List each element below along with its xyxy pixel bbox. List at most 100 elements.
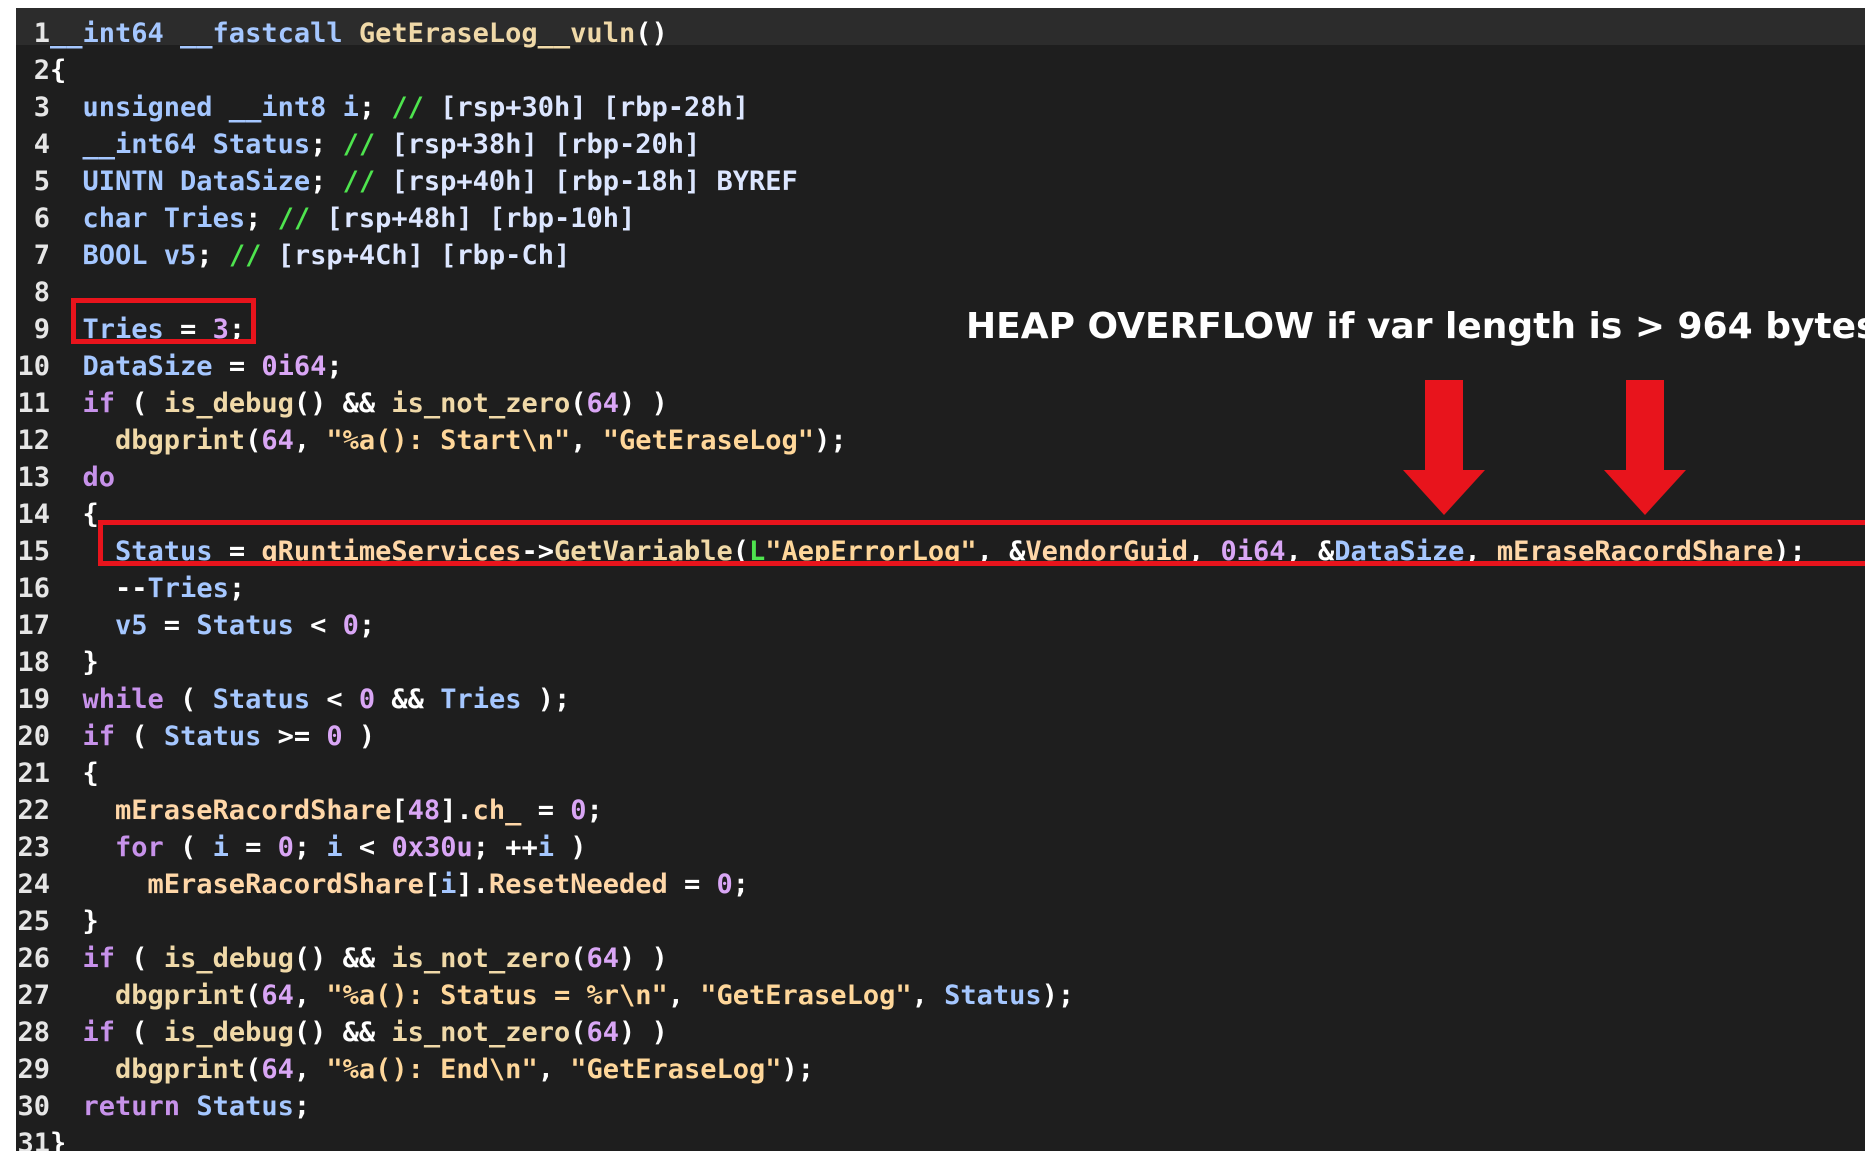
code-token: UINTN [50,166,181,197]
code-text: __int64 Status; // [rsp+38h] [rbp-20h] [50,129,701,160]
code-token: 0x30u [391,832,473,863]
down-arrow-icon [1604,380,1686,515]
code-token: "GetEraseLog" [700,980,912,1011]
code-line: 17 v5 = Status < 0; [16,607,1806,644]
code-token: 0 [570,795,587,826]
code-line: 26 if ( is_debug() && is_not_zero(64) ) [16,940,1806,977]
code-token: } [50,906,99,937]
line-number: 6 [33,203,50,234]
code-token: ); [1773,536,1806,567]
code-token: ; [245,203,278,234]
code-line: 18 } [16,644,1806,681]
code-token: ; [732,869,750,900]
code-text: if ( is_debug() && is_not_zero(64) ) [50,388,668,419]
code-line: 4 __int64 Status; // [rsp+38h] [rbp-20h] [16,126,1806,163]
code-token: Status [212,129,311,160]
down-arrow-icon [1403,380,1485,515]
code-token: dbgprint [50,425,246,456]
code-token: , [1464,536,1497,567]
code-text: mEraseRacordShare[i].ResetNeeded = 0; [50,869,750,900]
code-text: } [50,647,99,678]
code-token: ) ) [619,1017,668,1048]
code-token: [ [423,869,441,900]
code-line: 19 while ( Status < 0 && Tries ); [16,681,1806,718]
line-number: 30 [17,1091,50,1122]
code-token: GetVariable [553,536,733,567]
code-token: DataSize [1334,536,1465,567]
code-token: ); [1041,980,1075,1011]
code-token: ) ) [619,388,668,419]
code-token: 64 [586,1017,619,1048]
code-token: mEraseRacordShare [1496,536,1774,567]
code-token: "%a(): End\n" [326,1054,538,1085]
code-token: ; [228,573,246,604]
code-token: is_debug [163,388,294,419]
line-number: 1 [33,18,50,49]
line-number: 13 [17,462,50,493]
code-token: mEraseRacordShare [50,795,392,826]
code-text: for ( i = 0; i < 0x30u; ++i ) [50,832,587,863]
code-token: Status [50,536,213,567]
code-token: { [50,758,99,789]
code-token: ; [310,166,343,197]
code-token: ; [358,610,376,641]
code-token: ; [586,795,603,826]
code-token: is_not_zero [391,943,571,974]
code-text: dbgprint(64, "%a(): End\n", "GetEraseLog… [50,1054,814,1085]
code-line: 28 if ( is_debug() && is_not_zero(64) ) [16,1014,1806,1051]
code-token: , [911,980,945,1011]
code-line: 22 mEraseRacordShare[48].ch_ = 0; [16,792,1806,829]
code-token: v5 [50,610,148,641]
code-line: 27 dbgprint(64, "%a(): Status = %r\n", "… [16,977,1806,1014]
code-token: , [570,425,603,456]
code-line: 3 unsigned __int8 i; // [rsp+30h] [rbp-2… [16,89,1806,126]
code-token: ]. [456,869,489,900]
code-token: ); [814,425,847,456]
code-token: , [293,425,327,456]
line-number: 25 [17,906,50,937]
code-token: < [342,832,392,863]
code-line: 21 { [16,755,1806,792]
code-token: i [342,92,359,123]
code-token: "GetEraseLog" [570,1054,782,1085]
code-token: // [391,92,441,123]
code-token: ( [570,943,587,974]
code-token: for [50,832,164,863]
code-line: 30 return Status; [16,1088,1806,1125]
line-number: 29 [17,1054,50,1085]
code-token: Tries [50,314,164,345]
code-token: GetEraseLog__vuln [358,18,636,49]
code-token: 48 [407,795,441,826]
code-text: UINTN DataSize; // [rsp+40h] [rbp-18h] B… [50,166,798,197]
code-token: Status [944,980,1042,1011]
code-line: 16 --Tries; [16,570,1806,607]
line-number: 7 [33,240,50,271]
code-line: 29 dbgprint(64, "%a(): End\n", "GetErase… [16,1051,1806,1088]
line-number: 10 [17,351,50,382]
code-token: [rsp+30h] [rbp-28h] [440,92,750,123]
line-number: 27 [17,980,50,1011]
code-line: 13 do [16,459,1806,496]
code-token: 0i64 [261,351,327,382]
code-token: // [228,240,278,271]
code-token: 64 [586,388,619,419]
code-token: 0i64 [1220,536,1286,567]
code-token: is_not_zero [391,388,571,419]
code-token: ); [521,684,571,715]
heap-overflow-annotation: HEAP OVERFLOW if var length is > 964 byt… [966,306,1865,347]
code-token: "AepErrorLog" [765,536,977,567]
code-line: 5 UINTN DataSize; // [rsp+40h] [rbp-18h]… [16,163,1806,200]
line-number: 3 [33,92,50,123]
code-token: if [50,721,116,752]
code-token: char [50,203,164,234]
code-token: , & [1285,536,1335,567]
code-token: Status [196,610,294,641]
code-token: ; [196,240,229,271]
code-token: = [212,351,262,382]
code-token: ; ++ [472,832,538,863]
code-token: __int64 __fastcall [50,18,359,49]
code-text: dbgprint(64, "%a(): Status = %r\n", "Get… [50,980,1074,1011]
code-token: ( [245,980,262,1011]
code-text: } [50,906,99,937]
code-token: Tries [440,684,522,715]
